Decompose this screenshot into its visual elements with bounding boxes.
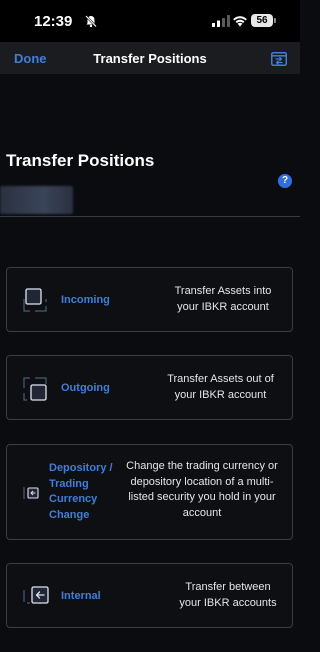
- option-description: Transfer Assets into your IBKR account: [174, 285, 272, 313]
- battery-indicator: 56: [251, 14, 273, 27]
- option-card-incoming[interactable]: Incoming Transfer Assets into your IBKR …: [6, 267, 293, 332]
- wifi-icon: [233, 16, 247, 27]
- page-title: Transfer Positions: [6, 151, 155, 170]
- navigation-bar: Done Transfer Positions: [0, 42, 300, 74]
- account-selector-redacted[interactable]: [0, 186, 73, 214]
- depository-icon: [23, 487, 39, 499]
- nav-title: Transfer Positions: [93, 51, 207, 66]
- option-label: Incoming: [61, 294, 110, 306]
- transfer-icon[interactable]: [271, 52, 287, 66]
- status-bar: 12:39 56: [0, 0, 300, 42]
- option-description: Transfer between your IBKR accounts: [179, 581, 277, 609]
- option-label: Depository / Trading Currency Change: [49, 462, 113, 521]
- outgoing-icon: [23, 377, 47, 401]
- help-icon[interactable]: ?: [278, 174, 292, 188]
- battery-tip: [274, 18, 276, 23]
- option-label: Outgoing: [61, 382, 110, 394]
- option-card-internal[interactable]: Internal Transfer between your IBKR acco…: [6, 563, 293, 628]
- option-label: Internal: [61, 590, 101, 602]
- option-card-outgoing[interactable]: Outgoing Transfer Assets out of your IBK…: [6, 355, 293, 420]
- divider: [0, 216, 300, 217]
- option-description: Transfer Assets out of your IBKR account: [167, 373, 274, 401]
- bell-muted-icon: [85, 15, 97, 28]
- incoming-icon: [23, 288, 47, 312]
- option-card-depository[interactable]: Depository / Trading Currency Change Cha…: [6, 444, 293, 540]
- signal-icon: [212, 15, 230, 27]
- internal-icon: [23, 586, 49, 604]
- option-description: Change the trading currency or depositor…: [126, 460, 278, 519]
- status-time: 12:39: [34, 13, 73, 30]
